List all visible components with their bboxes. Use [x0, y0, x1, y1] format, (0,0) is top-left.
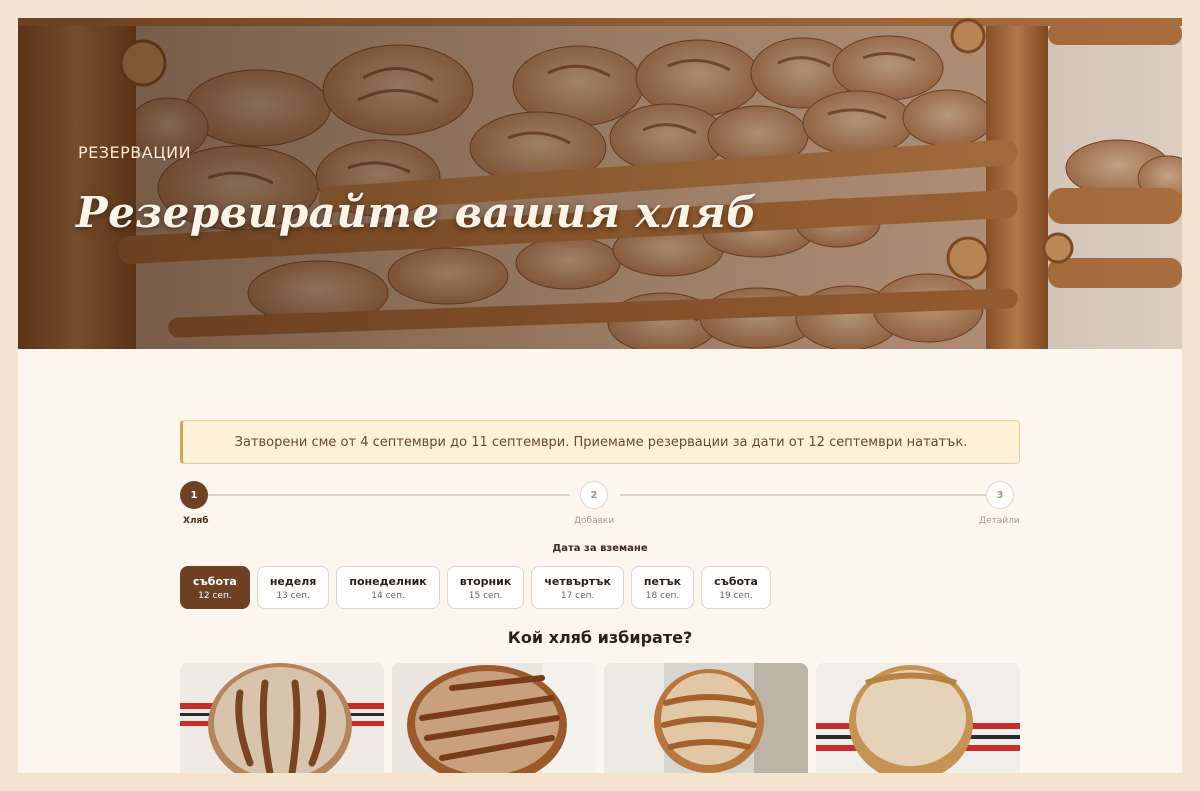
date-option-fri-18[interactable]: петък 18 сеп. — [630, 566, 695, 609]
step-1-number: 1 — [180, 481, 208, 509]
pickup-date-heading: Дата за вземане — [552, 543, 648, 554]
date-option-thu-17[interactable]: четвъртък 17 сеп. — [531, 566, 624, 609]
date-option-date: 13 сеп. — [276, 590, 310, 601]
step-connector — [620, 494, 994, 496]
progress-stepper: 1 Хляб 2 Добавки 3 Детайли — [180, 481, 1020, 529]
hero-banner: РЕЗЕРВАЦИИ Резервирайте вашия хляб — [18, 18, 1182, 349]
bread-choice-heading: Кой хляб избирате? — [507, 628, 693, 647]
date-option-day: неделя — [269, 574, 317, 588]
bread-card[interactable] — [180, 663, 384, 773]
step-3-number: 3 — [986, 481, 1014, 509]
date-option-date: 19 сеп. — [719, 590, 753, 601]
bread-card[interactable] — [816, 663, 1020, 773]
date-option-day: събота — [193, 574, 237, 588]
date-option-date: 12 сеп. — [198, 590, 232, 601]
date-option-sun-13[interactable]: неделя 13 сеп. — [256, 566, 330, 609]
page-title: Резервирайте вашия хляб — [76, 188, 758, 237]
bread-card[interactable] — [604, 663, 808, 773]
date-option-day: петък — [643, 574, 682, 588]
bread-card[interactable] — [392, 663, 596, 773]
date-option-date: 15 сеп. — [468, 590, 503, 601]
step-3[interactable]: 3 Детайли — [979, 481, 1020, 526]
bread-photo — [180, 663, 384, 773]
step-2-number: 2 — [580, 481, 608, 509]
hero-bread-shelf-image — [18, 18, 1182, 349]
step-connector — [208, 494, 570, 496]
step-1[interactable]: 1 Хляб — [180, 481, 209, 526]
page-frame: РЕЗЕРВАЦИИ Резервирайте вашия хляб Затво… — [18, 18, 1182, 773]
bread-photo — [604, 663, 808, 773]
date-option-day: вторник — [459, 574, 512, 588]
closure-notice-text: Затворени сме от 4 септември до 11 септе… — [234, 434, 968, 450]
date-selector: събота 12 сеп. неделя 13 сеп. понеделник… — [180, 566, 771, 609]
bread-photo — [392, 663, 596, 773]
date-option-sat-12[interactable]: събота 12 сеп. — [180, 566, 250, 609]
step-2-label: Добавки — [574, 516, 615, 526]
date-option-day: събота — [714, 574, 758, 588]
date-option-mon-14[interactable]: понеделник 14 сеп. — [336, 566, 440, 609]
hero-kicker: РЕЗЕРВАЦИИ — [78, 143, 192, 162]
date-option-sat-19[interactable]: събота 19 сеп. — [701, 566, 771, 609]
step-2[interactable]: 2 Добавки — [574, 481, 614, 526]
date-option-date: 17 сеп. — [560, 590, 595, 601]
step-1-label: Хляб — [183, 516, 209, 526]
bread-photo — [816, 663, 1020, 773]
date-option-date: 18 сеп. — [645, 590, 680, 601]
step-3-label: Детайли — [979, 516, 1020, 526]
closure-notice: Затворени сме от 4 септември до 11 септе… — [180, 420, 1020, 464]
date-option-day: четвъртък — [544, 574, 611, 588]
date-option-day: понеделник — [349, 574, 427, 588]
date-option-tue-15[interactable]: вторник 15 сеп. — [446, 566, 525, 609]
date-option-date: 14 сеп. — [371, 590, 405, 601]
bread-card-list — [180, 663, 1020, 773]
